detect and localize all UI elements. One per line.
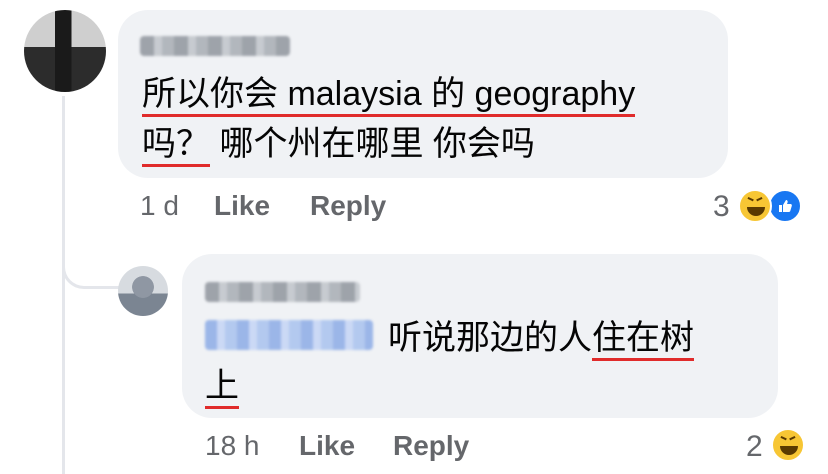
author-name-blurred[interactable] bbox=[140, 36, 290, 56]
avatar[interactable] bbox=[118, 266, 168, 316]
avatar[interactable] bbox=[24, 10, 106, 92]
like-button[interactable]: Like bbox=[299, 430, 355, 462]
thread-line bbox=[62, 96, 65, 474]
reply-button[interactable]: Reply bbox=[310, 190, 386, 222]
comment-text-underlined: 所以你会 malaysia 的 geography bbox=[142, 75, 636, 117]
reply-text-line-2: 上 bbox=[205, 362, 239, 410]
reply-author-name-blurred[interactable] bbox=[205, 282, 360, 302]
comment-text-line-2: 吗？ 哪个州在哪里 你会吗 bbox=[142, 120, 535, 168]
reply-timestamp[interactable]: 18 h bbox=[205, 430, 260, 462]
haha-icon bbox=[738, 189, 772, 223]
comment-text-line-1: 所以你会 malaysia 的 geography bbox=[142, 70, 636, 118]
reply-text-underlined: 住在树 bbox=[592, 319, 694, 361]
reply-button[interactable]: Reply bbox=[393, 430, 469, 462]
reply-text-line-1: 听说那边的人住在树 bbox=[388, 314, 694, 362]
reply-text-underlined-2: 上 bbox=[205, 367, 239, 409]
like-icon bbox=[768, 189, 802, 223]
comment-timestamp[interactable]: 1 d bbox=[140, 190, 179, 222]
like-button[interactable]: Like bbox=[214, 190, 270, 222]
reaction-count[interactable]: 2 bbox=[746, 430, 763, 464]
haha-icon bbox=[771, 428, 805, 462]
comment-text-underlined-2: 吗？ bbox=[142, 125, 210, 167]
reaction-count[interactable]: 3 bbox=[713, 190, 730, 224]
mention-tag-blurred[interactable] bbox=[205, 320, 373, 350]
thread-connector bbox=[62, 224, 120, 289]
